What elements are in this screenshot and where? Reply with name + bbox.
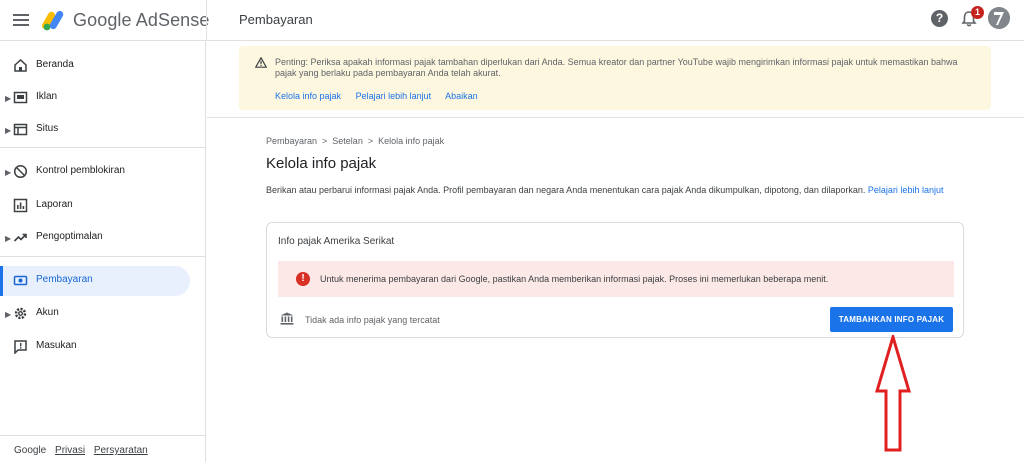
expand-caret-icon: ▶ (5, 310, 12, 319)
sidebar-item-masukan[interactable]: Masukan (0, 332, 190, 362)
learn-more-link[interactable]: Pelajari lebih lanjut (356, 91, 432, 101)
expand-caret-icon: ▶ (5, 234, 12, 243)
sidebar-item-label: Kontrol pemblokiran (36, 165, 125, 176)
privacy-link[interactable]: Privasi (55, 445, 85, 456)
avatar[interactable] (988, 7, 1010, 29)
sidebar-item-label: Iklan (36, 91, 58, 102)
sites-icon (13, 123, 28, 136)
breadcrumb-item-current: Kelola info pajak (378, 136, 445, 146)
sidebar-item-akun[interactable]: ▶ Akun (0, 299, 190, 329)
annotation-arrow-icon (875, 335, 911, 452)
banner-message: Penting: Periksa apakah informasi pajak … (275, 57, 958, 78)
add-tax-info-button[interactable]: TAMBAHKAN INFO PAJAK (830, 307, 953, 332)
ads-icon (13, 91, 28, 104)
feedback-icon (14, 340, 27, 354)
alert-message: Untuk menerima pembayaran dari Google, p… (320, 274, 829, 284)
payments-icon (13, 275, 28, 286)
description-learn-more-link[interactable]: Pelajari lebih lanjut (868, 185, 944, 195)
expand-caret-icon: ▶ (5, 168, 12, 177)
sidebar-item-iklan[interactable]: ▶ Iklan (0, 83, 190, 113)
error-alert: ! Untuk menerima pembayaran dari Google,… (278, 261, 954, 297)
sidebar-item-situs[interactable]: ▶ Situs (0, 115, 190, 145)
breadcrumb-separator: > (322, 136, 328, 146)
sidebar-item-beranda[interactable]: Beranda (0, 51, 190, 81)
topbar-divider (206, 0, 207, 41)
card-title: Info pajak Amerika Serikat (278, 236, 395, 247)
footer-google-label: Google (14, 445, 47, 456)
page-title: Pembayaran (239, 12, 313, 27)
dismiss-link[interactable]: Abaikan (445, 91, 478, 101)
tax-warning-banner: Penting: Periksa apakah informasi pajak … (239, 46, 991, 110)
sidebar-item-laporan[interactable]: Laporan (0, 191, 190, 221)
reports-icon (13, 198, 28, 213)
sidebar-item-label: Pembayaran (36, 274, 93, 285)
gear-icon (14, 307, 27, 320)
adsense-logo (42, 10, 64, 31)
section-description: Berikan atau perbarui informasi pajak An… (266, 184, 956, 196)
sidebar: Beranda ▶ Iklan ▶ Situs ▶ Kontrol pemblo… (0, 41, 206, 462)
expand-caret-icon: ▶ (5, 126, 12, 135)
sidebar-divider (0, 147, 206, 148)
notification-badge: 1 (971, 6, 984, 19)
breadcrumb-item-pembayaran[interactable]: Pembayaran (266, 136, 317, 146)
sidebar-item-label: Masukan (36, 340, 77, 351)
sidebar-divider (0, 256, 206, 257)
trending-up-icon (13, 233, 27, 242)
sidebar-item-pembayaran[interactable]: Pembayaran (0, 266, 190, 296)
sidebar-footer: Google Privasi Persyaratan (14, 445, 148, 456)
error-icon: ! (296, 272, 310, 286)
top-app-bar: Google AdSense Pembayaran ? 1 (0, 0, 1024, 41)
sidebar-item-label: Laporan (36, 199, 73, 210)
section-title: Kelola info pajak (266, 155, 377, 172)
sidebar-divider (0, 435, 206, 436)
warning-icon (255, 57, 267, 68)
terms-link[interactable]: Persyaratan (94, 445, 148, 456)
sidebar-item-label: Pengoptimalan (36, 231, 103, 242)
bank-icon (280, 312, 294, 325)
sidebar-item-label: Beranda (36, 59, 74, 70)
help-icon[interactable]: ? (931, 10, 948, 27)
sidebar-item-pengoptimalan[interactable]: ▶ Pengoptimalan (0, 223, 190, 253)
empty-state-text: Tidak ada info pajak yang tercatat (305, 315, 440, 325)
content-divider (207, 117, 1024, 118)
us-tax-info-card: Info pajak Amerika Serikat ! Untuk mener… (266, 222, 964, 338)
sidebar-item-kontrol-pemblokiran[interactable]: ▶ Kontrol pemblokiran (0, 157, 190, 187)
manage-tax-info-link[interactable]: Kelola info pajak (275, 91, 341, 101)
expand-caret-icon: ▶ (5, 94, 12, 103)
brand-title: Google AdSense (73, 10, 210, 30)
banner-actions: Kelola info pajak Pelajari lebih lanjut … (275, 91, 490, 101)
hamburger-menu-icon[interactable] (13, 11, 29, 29)
breadcrumb-item-setelan[interactable]: Setelan (332, 136, 363, 146)
block-icon (13, 164, 28, 179)
sidebar-item-label: Situs (36, 123, 59, 134)
description-text: Berikan atau perbarui informasi pajak An… (266, 185, 866, 195)
home-icon (14, 58, 27, 72)
breadcrumb-separator: > (367, 136, 374, 146)
sidebar-item-label: Akun (36, 307, 59, 318)
breadcrumb: Pembayaran > Setelan > Kelola info pajak (266, 136, 444, 146)
